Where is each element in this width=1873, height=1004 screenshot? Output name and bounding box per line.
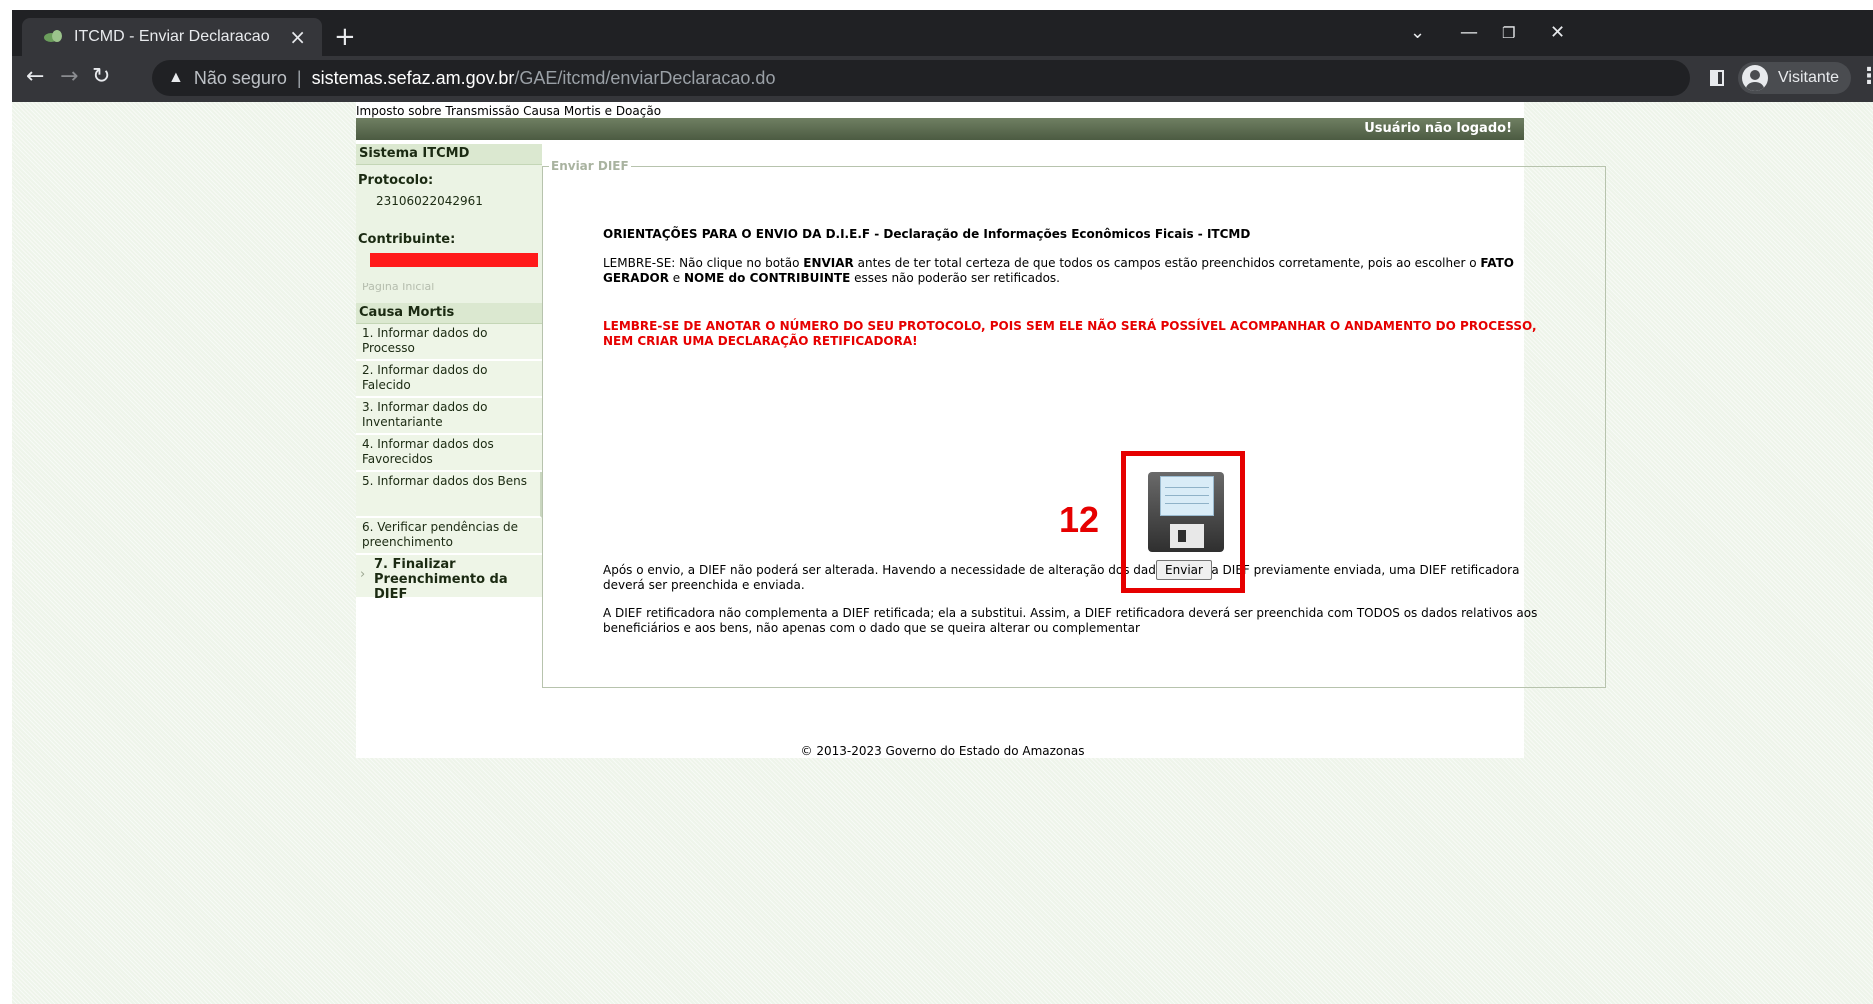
window-close-icon[interactable]: ✕ xyxy=(1550,22,1565,43)
sidebar-info: Protocolo: 23106022042961 Contribuinte: … xyxy=(356,165,542,303)
new-tab-icon[interactable]: + xyxy=(334,22,356,52)
tab-search-icon[interactable]: ⌄ xyxy=(1410,22,1425,43)
forward-arrow-icon[interactable]: → xyxy=(60,64,78,89)
back-arrow-icon[interactable]: ← xyxy=(26,64,44,89)
sidebar-item-bens[interactable]: 5. Informar dados dos Bens xyxy=(356,472,542,518)
enviar-button[interactable]: Enviar xyxy=(1156,560,1212,580)
contribuinte-label: Contribuinte: xyxy=(358,232,456,247)
sidebar-item-pendencias[interactable]: 6. Verificar pendências de preenchimento xyxy=(356,518,542,555)
sidebar-item-pagina-inicial[interactable]: Página Inicial xyxy=(358,283,542,297)
sidebar-section-title: Sistema ITCMD xyxy=(356,144,542,165)
side-panel-icon[interactable] xyxy=(1710,70,1724,86)
lembre-text-4: esses não poderão ser retificados. xyxy=(850,271,1060,285)
profile-label: Visitante xyxy=(1778,69,1840,86)
sidebar-item-processo[interactable]: 1. Informar dados do Processo xyxy=(356,324,542,361)
enviar-dief-fieldset: Enviar DIEF ORIENTAÇÕES PARA O ENVIO DA … xyxy=(542,159,1606,688)
lembre-bold-3: NOME do CONTRIBUINTE xyxy=(684,271,851,285)
annotation-number: 12 xyxy=(1059,499,1100,540)
protocol-warning: LEMBRE-SE DE ANOTAR O NÚMERO DO SEU PROT… xyxy=(603,319,1537,348)
browser-window: ITCMD - Enviar Declaracao × + ⌄ — ❐ ✕ ← … xyxy=(12,10,1873,1004)
floppy-label xyxy=(1160,476,1214,516)
warning-icon[interactable]: ▲ xyxy=(168,69,184,87)
lembre-text-3: e xyxy=(668,271,684,285)
after-send-note-2: A DIEF retificadora não complementa a DI… xyxy=(603,606,1538,635)
minimize-icon[interactable]: — xyxy=(1460,22,1478,43)
page-viewport: Imposto sobre Transmissão Causa Mortis e… xyxy=(12,102,1873,1004)
security-label[interactable]: Não seguro xyxy=(194,68,287,89)
annotation-highlight-box: Enviar xyxy=(1121,451,1245,593)
lembre-paragraph: LEMBRE-SE: Não clique no botão ENVIAR an… xyxy=(603,256,1543,286)
browser-tab[interactable]: ITCMD - Enviar Declaracao × xyxy=(22,18,322,56)
sidebar-item-favorecidos[interactable]: 4. Informar dados dos Favorecidos xyxy=(356,435,542,472)
url-path[interactable]: /GAE/itcmd/enviarDeclaracao.do xyxy=(514,68,775,89)
address-separator: | xyxy=(296,67,302,88)
protocolo-label: Protocolo: xyxy=(358,173,434,188)
fieldset-legend: Enviar DIEF xyxy=(549,159,631,173)
user-status: Usuário não logado! xyxy=(1364,121,1512,136)
tab-strip: ITCMD - Enviar Declaracao × + ⌄ — ❐ ✕ xyxy=(12,10,1873,56)
sidebar-menu: Sistema ITCMD Protocolo: 23106022042961 … xyxy=(356,144,542,602)
url-host[interactable]: sistemas.sefaz.am.gov.br xyxy=(312,68,515,89)
lembre-text-2: antes de ter total certeza de que todos … xyxy=(853,256,1481,270)
reload-icon[interactable]: ↻ xyxy=(92,64,110,89)
lembre-text-1: LEMBRE-SE: Não clique no botão xyxy=(603,256,804,270)
page-container: Imposto sobre Transmissão Causa Mortis e… xyxy=(356,102,1606,758)
browser-toolbar: ← → ↻ ▲ Não seguro | sistemas.sefaz.am.g… xyxy=(12,56,1873,102)
restore-icon[interactable]: ❐ xyxy=(1502,24,1515,42)
footer-copyright: © 2013-2023 Governo do Estado do Amazona… xyxy=(800,744,1085,758)
kebab-menu-icon[interactable]: ⋮ xyxy=(1858,64,1873,89)
profile-button[interactable]: Visitante xyxy=(1738,62,1852,94)
floppy-disk-icon[interactable] xyxy=(1148,472,1224,552)
address-bar[interactable]: ▲ Não seguro | sistemas.sefaz.am.gov.br /… xyxy=(152,60,1690,96)
lembre-bold-1: ENVIAR xyxy=(803,256,854,270)
redacted-contribuinte xyxy=(370,253,538,267)
instructions-title: ORIENTAÇÕES PARA O ENVIO DA D.I.E.F - De… xyxy=(603,227,1251,241)
profile-avatar-icon xyxy=(1742,65,1768,91)
tab-title: ITCMD - Enviar Declaracao xyxy=(74,28,270,45)
sidebar-item-falecido[interactable]: 2. Informar dados do Falecido xyxy=(356,361,542,398)
sidebar-item-inventariante[interactable]: 3. Informar dados do Inventariante xyxy=(356,398,542,435)
causa-mortis-title: Causa Mortis xyxy=(356,303,542,324)
user-status-bar: Usuário não logado! xyxy=(356,118,1524,140)
after-send-note-1: Após o envio, a DIEF não poderá ser alte… xyxy=(603,563,1520,592)
site-favicon-icon xyxy=(44,30,64,44)
floppy-shutter xyxy=(1170,524,1204,548)
site-header: Imposto sobre Transmissão Causa Mortis e… xyxy=(356,104,662,118)
sidebar-item-finalizar[interactable]: 7. Finalizar Preenchimento da DIEF xyxy=(356,555,542,602)
close-icon[interactable]: × xyxy=(289,25,306,49)
protocolo-value: 23106022042961 xyxy=(376,194,483,208)
